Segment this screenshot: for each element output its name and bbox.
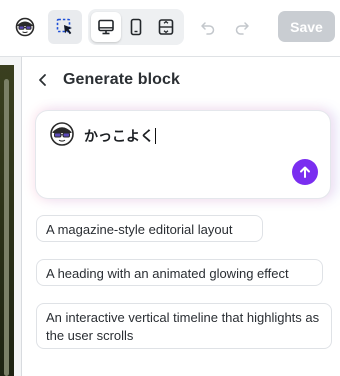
redo-button[interactable] — [230, 12, 254, 42]
prompt-input[interactable]: かっこよく — [84, 126, 157, 146]
mobile-icon — [130, 18, 142, 36]
desktop-view-button[interactable] — [91, 12, 121, 42]
desktop-icon — [98, 19, 114, 35]
device-switcher — [88, 9, 184, 45]
top-toolbar: Save — [0, 0, 340, 56]
prompt-value: かっこよく — [84, 129, 154, 145]
save-button[interactable]: Save — [278, 11, 335, 42]
suggestion-chip[interactable]: A magazine-style editorial layout — [36, 215, 263, 242]
responsive-icon — [158, 19, 174, 35]
canvas-edge — [0, 57, 22, 376]
suggestion-chip[interactable]: An interactive vertical timeline that hi… — [36, 303, 332, 349]
chevron-left-icon — [39, 74, 46, 86]
responsive-view-button[interactable] — [151, 12, 181, 42]
user-avatar-button[interactable] — [8, 10, 42, 44]
generate-block-panel: Generate block かっこよく A magazine-style ed… — [23, 57, 340, 376]
user-avatar-icon — [50, 122, 74, 146]
select-pointer-icon — [56, 18, 72, 35]
suggestion-chip[interactable]: A heading with an animated glowing effec… — [36, 259, 323, 286]
undo-icon — [201, 22, 215, 35]
select-tool-button[interactable] — [48, 10, 82, 44]
panel-title: Generate block — [63, 71, 181, 88]
redo-icon — [235, 22, 249, 35]
user-avatar-icon — [15, 17, 35, 37]
back-button[interactable] — [33, 69, 53, 91]
canvas-scrollbar[interactable] — [4, 79, 9, 376]
undo-button[interactable] — [196, 12, 220, 42]
mobile-view-button[interactable] — [121, 12, 151, 42]
prompt-input-card[interactable]: かっこよく — [36, 111, 330, 198]
send-button[interactable] — [292, 159, 318, 185]
arrow-up-icon — [300, 166, 310, 178]
text-caret — [155, 128, 157, 144]
